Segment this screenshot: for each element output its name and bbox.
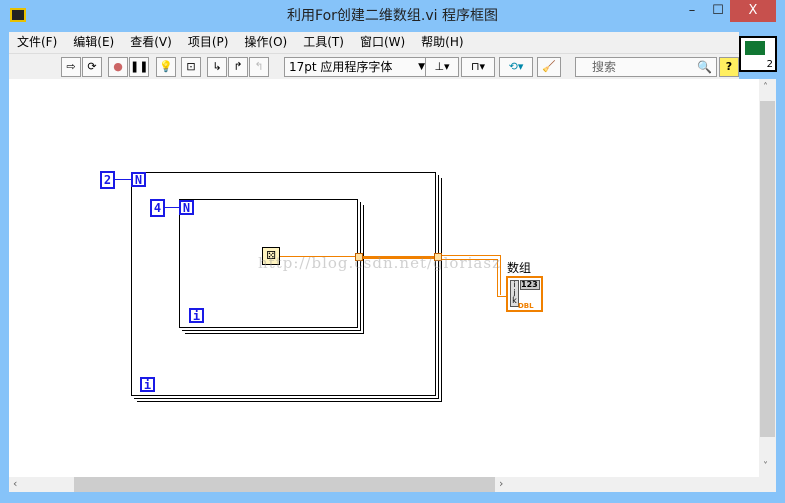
inner-count-constant[interactable]: 4 — [150, 199, 165, 217]
window-title: 利用For创建二维数组.vi 程序框图 — [287, 8, 498, 24]
help-button[interactable]: ? — [719, 57, 739, 77]
align-objects-icon[interactable]: ⊥▾ — [425, 57, 459, 77]
horizontal-scrollbar[interactable]: ‹ › — [9, 477, 759, 492]
indicator-value: 123 — [520, 280, 540, 290]
watermark: http://blog.csdn.net/gloriasz — [258, 254, 501, 272]
run-continuously-icon[interactable]: ⟳ — [82, 57, 102, 77]
highlight-execution-icon[interactable]: 💡 — [156, 57, 176, 77]
vi-icon-number: 2 — [766, 59, 773, 70]
menu-help[interactable]: 帮助(H) — [413, 32, 471, 53]
outer-count-constant[interactable]: 2 — [100, 171, 115, 189]
indicator-type: DBL — [518, 302, 534, 310]
font-select[interactable]: 17pt 应用程序字体 ▼ — [284, 57, 430, 77]
search-input[interactable]: 搜索 🔍 — [575, 57, 717, 77]
toolbar: ⇨ ⟳ ● ❚❚ 💡 ⊡ ↳ ↱ ↰ 17pt 应用程序字体 ▼ ⊥▾ ⊓▾ ⟲▾… — [9, 53, 739, 79]
menu-bar: 文件(F) 编辑(E) 查看(V) 项目(P) 操作(O) 工具(T) 窗口(W… — [9, 32, 739, 53]
vertical-scrollbar[interactable]: ˄ ˅ — [759, 79, 776, 477]
scroll-down-icon[interactable]: ˅ — [763, 461, 768, 472]
menu-tools[interactable]: 工具(T) — [295, 32, 352, 53]
step-out-icon[interactable]: ↰ — [249, 57, 269, 77]
search-icon: 🔍 — [697, 60, 712, 74]
menu-file[interactable]: 文件(F) — [9, 32, 65, 53]
menu-window[interactable]: 窗口(W) — [352, 32, 413, 53]
pause-icon[interactable]: ❚❚ — [129, 57, 149, 77]
close-button[interactable]: X — [730, 0, 776, 22]
waveform-icon — [745, 41, 765, 55]
clean-up-diagram-icon[interactable]: 🧹 — [537, 57, 561, 77]
menu-edit[interactable]: 编辑(E) — [65, 32, 122, 53]
array-indicator[interactable]: ijk 123 DBL — [506, 276, 543, 312]
vertical-scroll-thumb[interactable] — [760, 101, 775, 437]
chevron-down-icon: ▼ — [418, 62, 425, 72]
menu-view[interactable]: 查看(V) — [122, 32, 180, 53]
step-over-icon[interactable]: ↱ — [228, 57, 248, 77]
run-arrow-icon[interactable]: ⇨ — [61, 57, 81, 77]
retain-wire-values-icon[interactable]: ⊡ — [181, 57, 201, 77]
outer-count-terminal[interactable]: N — [131, 172, 146, 187]
scroll-right-icon[interactable]: › — [499, 477, 503, 490]
search-placeholder: 搜索 — [592, 60, 617, 74]
count-wire — [165, 207, 179, 208]
resize-grip-icon[interactable] — [759, 477, 776, 492]
inner-count-terminal[interactable]: N — [179, 200, 194, 215]
font-select-value: 17pt 应用程序字体 — [289, 60, 393, 74]
abort-icon[interactable]: ● — [108, 57, 128, 77]
scroll-up-icon[interactable]: ˄ — [763, 82, 768, 93]
distribute-objects-icon[interactable]: ⊓▾ — [461, 57, 495, 77]
step-into-icon[interactable]: ↳ — [207, 57, 227, 77]
vi-icon[interactable]: 2 — [739, 36, 777, 72]
indicator-label: 数组 — [507, 261, 532, 275]
reorder-icon[interactable]: ⟲▾ — [499, 57, 533, 77]
menu-operate[interactable]: 操作(O) — [236, 32, 295, 53]
count-wire — [115, 179, 131, 180]
scroll-left-icon[interactable]: ‹ — [13, 477, 17, 490]
horizontal-scroll-thumb[interactable] — [74, 477, 495, 492]
inner-iteration-terminal[interactable]: i — [189, 308, 204, 323]
index-k: k — [512, 296, 517, 305]
menu-project[interactable]: 项目(P) — [180, 32, 237, 53]
outer-iteration-terminal[interactable]: i — [140, 377, 155, 392]
